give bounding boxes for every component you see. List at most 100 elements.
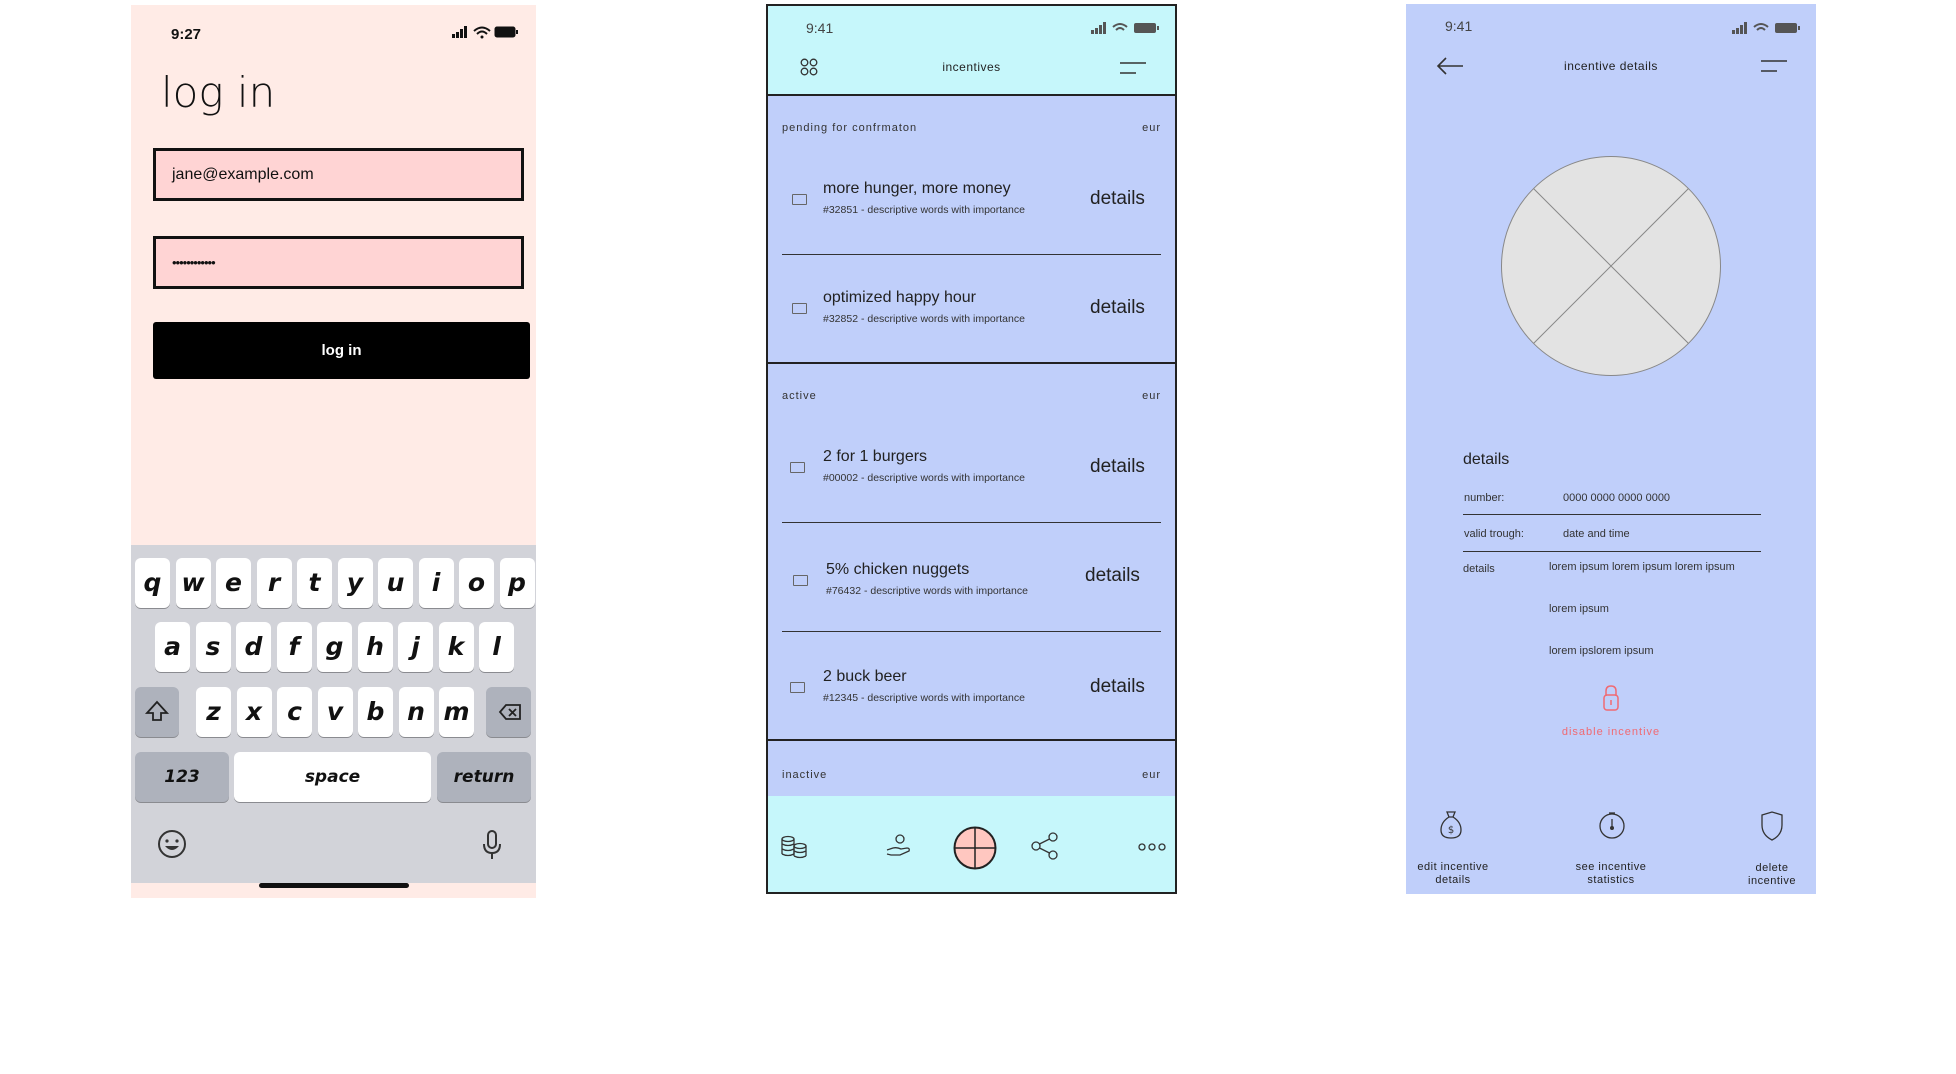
stopwatch-icon[interactable] — [1598, 811, 1626, 839]
return-key[interactable]: return — [437, 752, 531, 802]
key-q[interactable]: q — [135, 558, 170, 608]
shield-icon[interactable] — [1760, 811, 1784, 841]
delete-key[interactable] — [486, 687, 531, 737]
incentive-subtitle: #32851 - descriptive words with importan… — [823, 204, 1025, 216]
hand-icon[interactable] — [885, 832, 913, 860]
menu-icon[interactable] — [1119, 61, 1147, 75]
incentive-subtitle: #12345 - descriptive words with importan… — [823, 692, 1025, 704]
microphone-icon[interactable] — [481, 829, 503, 861]
key-g[interactable]: g — [317, 622, 352, 672]
money-bag-icon[interactable]: $ — [1439, 810, 1463, 840]
header: 9:41 incentives — [768, 6, 1175, 96]
numbers-key[interactable]: 123 — [135, 752, 229, 802]
shift-key[interactable] — [135, 687, 179, 737]
currency-label: eur — [1142, 122, 1161, 134]
currency-label: eur — [1142, 769, 1161, 781]
key-t[interactable]: t — [297, 558, 332, 608]
password-field[interactable]: •••••••••••• — [153, 236, 524, 289]
login-screen: 9:27 log in jane@example.com •••••••••••… — [131, 5, 536, 898]
details-button[interactable]: details — [1090, 297, 1145, 319]
page-title: log in — [161, 68, 276, 117]
key-y[interactable]: y — [337, 558, 373, 608]
details-button[interactable]: details — [1085, 565, 1140, 587]
status-time: 9:27 — [171, 26, 202, 43]
key-l[interactable]: l — [479, 622, 514, 672]
key-x[interactable]: x — [236, 687, 272, 737]
details-line: lorem ipslorem ipsum — [1549, 645, 1654, 657]
key-h[interactable]: h — [357, 622, 393, 672]
incentive-subtitle: #32852 - descriptive words with importan… — [823, 313, 1025, 325]
section-divider — [768, 739, 1175, 741]
incentive-subtitle: #76432 - descriptive words with importan… — [826, 585, 1028, 597]
email-field[interactable]: jane@example.com — [153, 148, 524, 201]
crosshair-icon[interactable] — [953, 826, 997, 870]
key-w[interactable]: w — [175, 558, 211, 608]
details-button[interactable]: details — [1090, 456, 1145, 478]
status-icons — [1730, 22, 1802, 34]
key-c[interactable]: c — [277, 687, 312, 737]
key-n[interactable]: n — [398, 687, 434, 737]
section-label: inactive — [782, 769, 828, 781]
page-title: incentive details — [1564, 59, 1658, 73]
details-button[interactable]: details — [1090, 188, 1145, 210]
coins-icon[interactable] — [780, 834, 808, 860]
key-f[interactable]: f — [276, 622, 312, 672]
key-v[interactable]: v — [317, 687, 353, 737]
section-title: details — [1463, 451, 1510, 468]
key-k[interactable]: k — [438, 622, 474, 672]
svg-text:$: $ — [1448, 825, 1454, 836]
status-icons — [1089, 22, 1161, 34]
key-d[interactable]: d — [236, 622, 271, 672]
valid-value: date and time — [1563, 528, 1630, 540]
edit-incentive-button[interactable]: edit incentive details — [1408, 861, 1498, 887]
card-icon — [793, 575, 808, 586]
divider — [1463, 551, 1761, 552]
card-icon — [790, 682, 805, 693]
currency-label: eur — [1142, 390, 1161, 402]
section-divider — [768, 362, 1175, 364]
incentive-details-screen: 9:41 incentive details details number: 0… — [1406, 4, 1816, 894]
space-key[interactable]: space — [234, 752, 431, 802]
key-i[interactable]: i — [418, 558, 454, 608]
disable-incentive-link[interactable]: disable incentive — [1406, 726, 1816, 738]
status-icons — [450, 25, 520, 39]
login-button[interactable]: log in — [153, 322, 530, 379]
divider — [1463, 514, 1761, 515]
key-p[interactable]: p — [499, 558, 535, 608]
image-placeholder — [1500, 155, 1722, 377]
incentive-title: optimized happy hour — [823, 289, 976, 306]
incentive-title: 2 for 1 burgers — [823, 448, 928, 465]
delete-incentive-button[interactable]: delete incentive — [1739, 862, 1805, 888]
wallet-icon — [792, 303, 807, 314]
incentive-title: 5% chicken nuggets — [826, 561, 970, 578]
number-label: number: — [1464, 492, 1505, 504]
see-statistics-button[interactable]: see incentive statistics — [1566, 861, 1656, 887]
details-button[interactable]: details — [1090, 676, 1145, 698]
wallet-icon — [792, 194, 807, 205]
key-o[interactable]: o — [459, 558, 494, 608]
divider — [782, 631, 1161, 632]
incentive-title: 2 buck beer — [823, 668, 907, 685]
lock-icon[interactable] — [1602, 684, 1620, 712]
key-m[interactable]: m — [439, 687, 474, 737]
key-r[interactable]: r — [256, 558, 292, 608]
key-s[interactable]: s — [195, 622, 231, 672]
key-b[interactable]: b — [358, 687, 393, 737]
share-icon[interactable] — [1030, 832, 1060, 860]
key-z[interactable]: z — [196, 687, 231, 737]
section-label: active — [782, 390, 817, 402]
emoji-icon[interactable] — [157, 829, 187, 859]
home-indicator — [259, 883, 409, 888]
details-line: lorem ipsum lorem ipsum lorem ipsum — [1549, 561, 1735, 573]
key-j[interactable]: j — [398, 622, 433, 672]
bottom-nav — [768, 796, 1175, 892]
key-e[interactable]: e — [216, 558, 251, 608]
menu-icon[interactable] — [1760, 59, 1788, 73]
divider — [782, 254, 1161, 255]
incentives-screen: 9:41 incentives pending for confrmaton e… — [766, 4, 1177, 894]
key-a[interactable]: a — [155, 622, 190, 672]
key-u[interactable]: u — [378, 558, 413, 608]
divider — [782, 522, 1161, 523]
more-icon[interactable] — [1138, 842, 1166, 852]
number-value: 0000 0000 0000 0000 — [1563, 492, 1671, 504]
